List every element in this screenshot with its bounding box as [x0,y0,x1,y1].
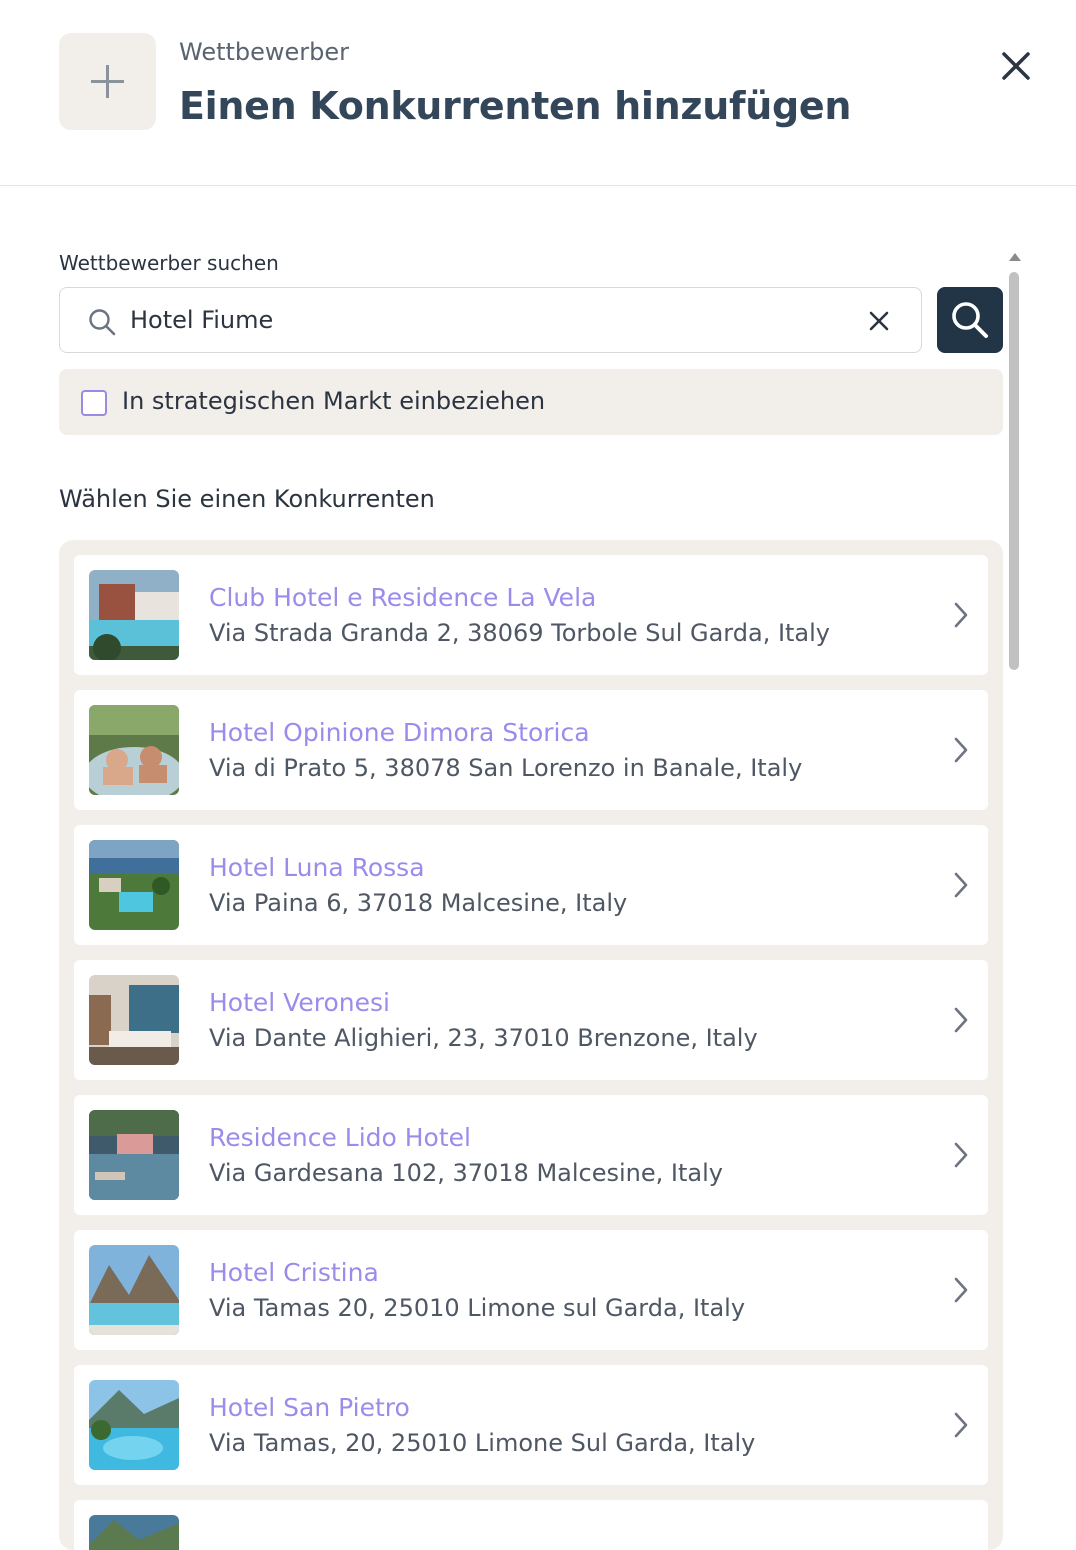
hotel-name[interactable]: Hotel Veronesi [209,988,390,1017]
hotel-thumbnail [89,1380,179,1470]
scroll-up-arrow-icon[interactable] [1008,252,1022,262]
list-item[interactable]: Club Hotel e Residence La Vela Via Strad… [74,555,988,675]
hotel-address: Via Dante Alighieri, 23, 37010 Brenzone,… [209,1024,758,1052]
search-icon [89,309,116,336]
hotel-name[interactable]: Residence Lido Hotel [209,1123,471,1152]
strategic-market-checkbox[interactable] [81,390,107,416]
list-item[interactable]: Hotel Cristina Via Tamas 20, 25010 Limon… [74,1230,988,1350]
strategic-market-label: In strategischen Markt einbeziehen [122,387,546,415]
chevron-right-icon [954,602,968,628]
close-button[interactable] [996,46,1036,86]
dialog-header: Wettbewerber Einen Konkurrenten hinzufüg… [0,0,1076,186]
results-heading: Wählen Sie einen Konkurrenten [59,485,435,513]
dialog-subtitle: Wettbewerber [179,38,350,66]
hotel-thumbnail [89,1110,179,1200]
hotel-address: Via Tamas 20, 25010 Limone sul Garda, It… [209,1294,746,1322]
chevron-right-icon [954,737,968,763]
chevron-right-icon [954,1412,968,1438]
hotel-name[interactable]: Hotel Opinione Dimora Storica [209,718,590,747]
hotel-name[interactable]: Hotel San Pietro [209,1393,410,1422]
list-item[interactable]: Hotel Veronesi Via Dante Alighieri, 23, … [74,960,988,1080]
chevron-right-icon [954,872,968,898]
hotel-address: Via Gardesana 102, 37018 Malcesine, Ital… [209,1159,723,1187]
clear-search-button[interactable] [866,308,892,334]
hotel-thumbnail [89,1245,179,1335]
hotel-thumbnail [89,1515,179,1550]
close-icon [1002,52,1030,80]
hotel-address: Via Strada Granda 2, 38069 Torbole Sul G… [209,619,831,647]
add-competitor-badge [59,33,156,130]
hotel-name[interactable]: Club Hotel e Residence La Vela [209,583,596,612]
hotel-thumbnail [89,975,179,1065]
search-button[interactable] [937,287,1003,353]
search-input[interactable] [130,298,850,342]
strategic-market-option[interactable]: In strategischen Markt einbeziehen [59,369,1003,435]
chevron-right-icon [954,1277,968,1303]
search-field [59,287,922,353]
hotel-address: Via Tamas, 20, 25010 Limone Sul Garda, I… [209,1429,756,1457]
hotel-thumbnail [89,705,179,795]
hotel-address: Via di Prato 5, 38078 San Lorenzo in Ban… [209,754,803,782]
dialog-title: Einen Konkurrenten hinzufügen [179,84,852,128]
chevron-right-icon [954,1007,968,1033]
list-item[interactable]: Hotel San Pietro Via Tamas, 20, 25010 Li… [74,1365,988,1485]
list-item[interactable]: Residence Lido Hotel Via Gardesana 102, … [74,1095,988,1215]
clear-icon [869,311,889,331]
search-label: Wettbewerber suchen [59,251,279,275]
hotel-address: Via Paina 6, 37018 Malcesine, Italy [209,889,628,917]
hotel-name[interactable]: Hotel Cristina [209,1258,379,1287]
hotel-thumbnail [89,840,179,930]
chevron-right-icon [954,1142,968,1168]
list-item[interactable]: Hotel Opinione Dimora Storica Via di Pra… [74,690,988,810]
list-item[interactable]: Hotel Luna Rossa Via Paina 6, 37018 Malc… [74,825,988,945]
plus-icon [91,65,124,98]
scrollbar[interactable] [1006,248,1024,1534]
hotel-name[interactable]: Hotel Luna Rossa [209,853,425,882]
scrollbar-thumb[interactable] [1009,272,1019,670]
search-icon [952,302,988,338]
list-item-partial[interactable] [74,1500,988,1550]
results-list: Club Hotel e Residence La Vela Via Strad… [59,540,1003,1550]
hotel-thumbnail [89,570,179,660]
